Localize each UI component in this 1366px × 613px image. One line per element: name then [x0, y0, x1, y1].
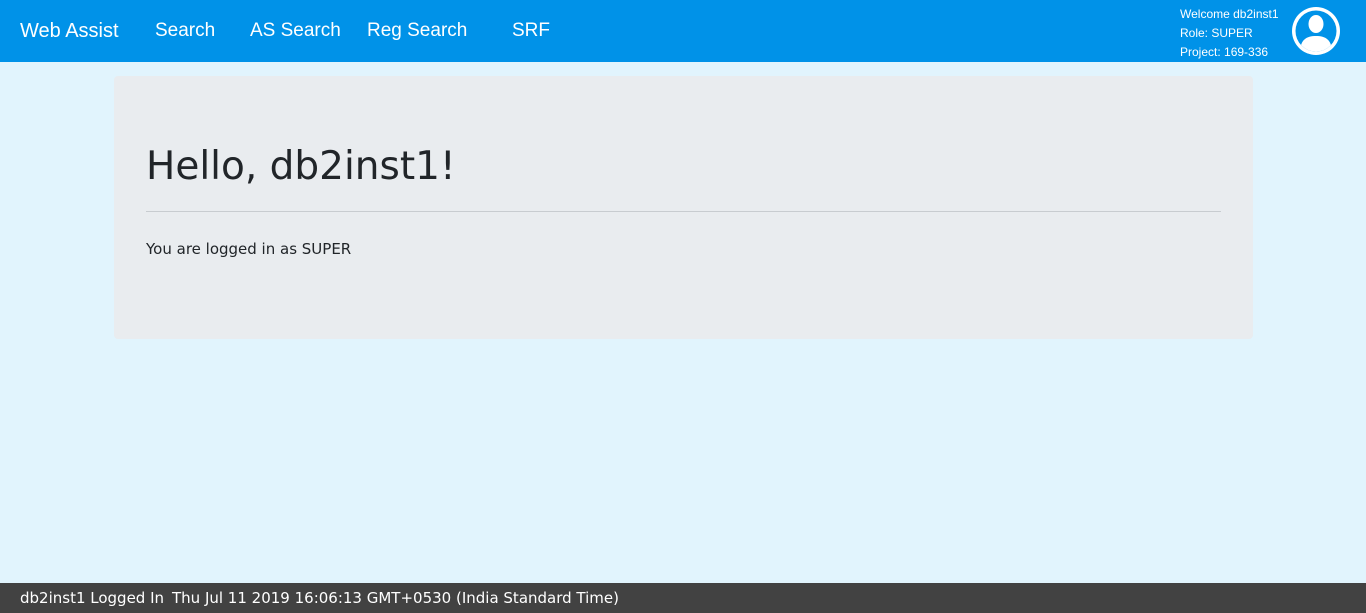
greeting-heading: Hello, db2inst1!	[146, 144, 456, 189]
welcome-panel: Hello, db2inst1! You are logged in as SU…	[114, 76, 1253, 339]
role-text: Role: SUPER	[1180, 26, 1253, 40]
timestamp: Thu Jul 11 2019 16:06:13 GMT+0530 (India…	[172, 589, 619, 607]
status-footer: db2inst1 Logged In Thu Jul 11 2019 16:06…	[0, 583, 1366, 613]
login-role-message: You are logged in as SUPER	[146, 240, 352, 258]
login-status: db2inst1 Logged In	[20, 589, 165, 607]
nav-link-reg-search[interactable]: Reg Search	[367, 20, 467, 42]
divider	[146, 211, 1221, 212]
user-avatar-icon[interactable]	[1292, 7, 1340, 55]
nav-link-search[interactable]: Search	[155, 20, 215, 42]
project-text: Project: 169-336	[1180, 45, 1269, 59]
nav-link-as-search[interactable]: AS Search	[250, 20, 341, 42]
nav-link-srf[interactable]: SRF	[512, 20, 550, 42]
user-info: Welcome db2inst1 Role: SUPER Project: 16…	[1180, 5, 1279, 62]
brand-link[interactable]: Web Assist	[20, 20, 119, 42]
welcome-text: Welcome db2inst1	[1180, 7, 1279, 21]
top-navbar: Web Assist Search AS Search Reg Search S…	[0, 0, 1366, 62]
